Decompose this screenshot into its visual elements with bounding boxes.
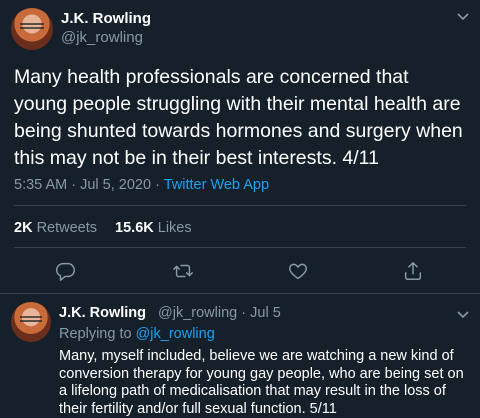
reply-author-handle[interactable]: @jk_rowling	[158, 305, 237, 321]
divider	[14, 205, 466, 206]
divider	[14, 247, 466, 248]
reply-avatar[interactable]	[11, 302, 51, 342]
reply-icon[interactable]	[55, 260, 77, 282]
retweets-label: Retweets	[36, 220, 98, 236]
tweet-date[interactable]: Jul 5, 2020	[80, 177, 151, 193]
meta-separator: ·	[71, 177, 77, 193]
heart-icon[interactable]	[287, 260, 309, 282]
retweets-stat[interactable]: 2K Retweets	[14, 220, 97, 236]
replying-mention[interactable]: @jk_rowling	[136, 326, 215, 342]
tweet-app[interactable]: Twitter Web App	[164, 177, 269, 193]
author-name[interactable]: J.K. Rowling	[61, 10, 151, 27]
share-icon[interactable]	[402, 260, 424, 282]
reply-header: J.K. Rowling @jk_rowling · Jul 5	[59, 305, 281, 321]
reply-author-name[interactable]: J.K. Rowling	[59, 305, 146, 321]
retweets-count: 2K	[14, 220, 33, 236]
tweet-time[interactable]: 5:35 AM	[14, 177, 67, 193]
chevron-down-icon[interactable]	[456, 12, 470, 22]
tweet-stats: 2K Retweets 15.6K Likes	[14, 220, 192, 236]
likes-stat[interactable]: 15.6K Likes	[115, 220, 192, 236]
retweet-icon[interactable]	[172, 260, 194, 282]
meta-separator: ·	[155, 177, 160, 193]
author-handle[interactable]: @jk_rowling	[61, 29, 143, 46]
reply-separator: ·	[241, 305, 247, 321]
tweet-meta: 5:35 AM · Jul 5, 2020 · Twitter Web App	[14, 177, 269, 193]
replying-prefix: Replying to	[59, 326, 132, 342]
likes-count: 15.6K	[115, 220, 154, 236]
avatar[interactable]	[11, 8, 53, 50]
reply-date[interactable]: Jul 5	[250, 305, 281, 321]
chevron-down-icon[interactable]	[456, 310, 470, 320]
tweet-text: Many health professionals are concerned …	[14, 66, 463, 169]
divider	[0, 293, 480, 294]
likes-label: Likes	[157, 220, 192, 236]
reply-text: Many, myself included, believe we are wa…	[59, 348, 464, 417]
replying-to: Replying to @jk_rowling	[59, 326, 215, 342]
